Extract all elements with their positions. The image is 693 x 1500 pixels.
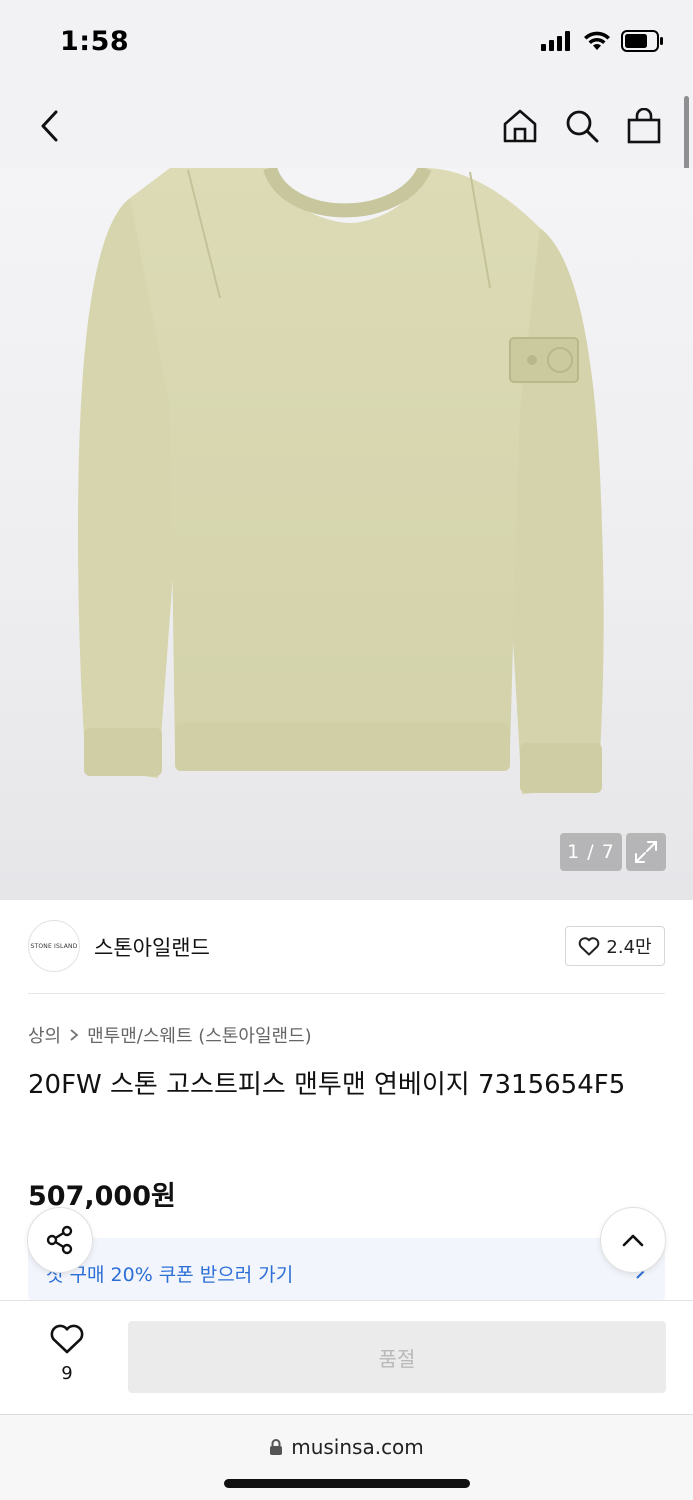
back-button[interactable] xyxy=(30,104,70,148)
buy-button-soldout[interactable]: 품절 xyxy=(128,1321,666,1393)
expand-icon xyxy=(635,841,657,863)
breadcrumb-subcategory[interactable]: 맨투맨/스웨트 (스톤아일랜드) xyxy=(87,1022,312,1048)
status-bar: 1:58 xyxy=(0,0,693,84)
heart-icon xyxy=(50,1324,84,1354)
scroll-to-top-button[interactable] xyxy=(600,1207,666,1273)
signal-icon xyxy=(541,31,570,51)
product-info: STONE ISLAND 스톤아일랜드 2.4만 상의 맨투맨/스웨트 (스톤아… xyxy=(0,900,693,1300)
brand-row: STONE ISLAND 스톤아일랜드 2.4만 xyxy=(28,918,665,978)
brand-logo[interactable]: STONE ISLAND xyxy=(28,920,80,972)
image-counter: 1 / 7 xyxy=(560,833,622,871)
status-icons xyxy=(541,30,665,52)
brand-like-button[interactable]: 2.4만 xyxy=(565,926,665,966)
breadcrumb: 상의 맨투맨/스웨트 (스톤아일랜드) xyxy=(28,1022,312,1048)
nav-actions xyxy=(501,104,663,148)
chevron-right-icon xyxy=(70,1029,79,1041)
brand-like-count: 2.4만 xyxy=(606,937,652,958)
browser-url-bar: musinsa.com xyxy=(0,1414,693,1500)
expand-image-button[interactable] xyxy=(626,833,666,871)
coupon-text: 첫 구매 20% 쿠폰 받으러 가기 xyxy=(46,1264,294,1286)
back-icon xyxy=(41,110,58,142)
wifi-icon xyxy=(584,31,610,50)
search-button[interactable] xyxy=(563,104,601,148)
wishlist-button[interactable]: 9 xyxy=(38,1323,96,1384)
nav-bar xyxy=(0,84,693,168)
product-title: 20FW 스톤 고스트피스 맨투맨 연베이지 7315654F5 xyxy=(28,1070,626,1100)
product-price: 507,000원 xyxy=(28,1181,176,1212)
battery-icon xyxy=(621,30,663,52)
breadcrumb-category[interactable]: 상의 xyxy=(28,1022,61,1048)
search-icon xyxy=(566,110,599,143)
chevron-up-icon xyxy=(622,1234,644,1247)
home-button[interactable] xyxy=(501,104,539,148)
wishlist-count: 9 xyxy=(61,1363,73,1384)
divider xyxy=(28,993,665,994)
url-field[interactable]: musinsa.com xyxy=(0,1435,693,1459)
brand-name[interactable]: 스톤아일랜드 xyxy=(94,932,210,962)
product-image xyxy=(78,168,604,794)
home-icon xyxy=(503,109,537,143)
heart-icon xyxy=(579,937,600,956)
lock-icon xyxy=(270,1439,283,1455)
coupon-banner[interactable]: 첫 구매 20% 쿠폰 받으러 가기 xyxy=(28,1238,665,1300)
status-time: 1:58 xyxy=(60,26,130,57)
url-text: musinsa.com xyxy=(291,1435,424,1459)
product-image-gallery[interactable]: 1 / 7 xyxy=(0,168,693,900)
home-indicator xyxy=(224,1479,470,1488)
cart-button[interactable] xyxy=(625,104,663,148)
shopping-bag-icon xyxy=(627,108,661,144)
share-button[interactable] xyxy=(27,1207,93,1273)
bottom-action-bar: 9 품절 xyxy=(0,1300,693,1414)
share-icon xyxy=(46,1225,73,1255)
